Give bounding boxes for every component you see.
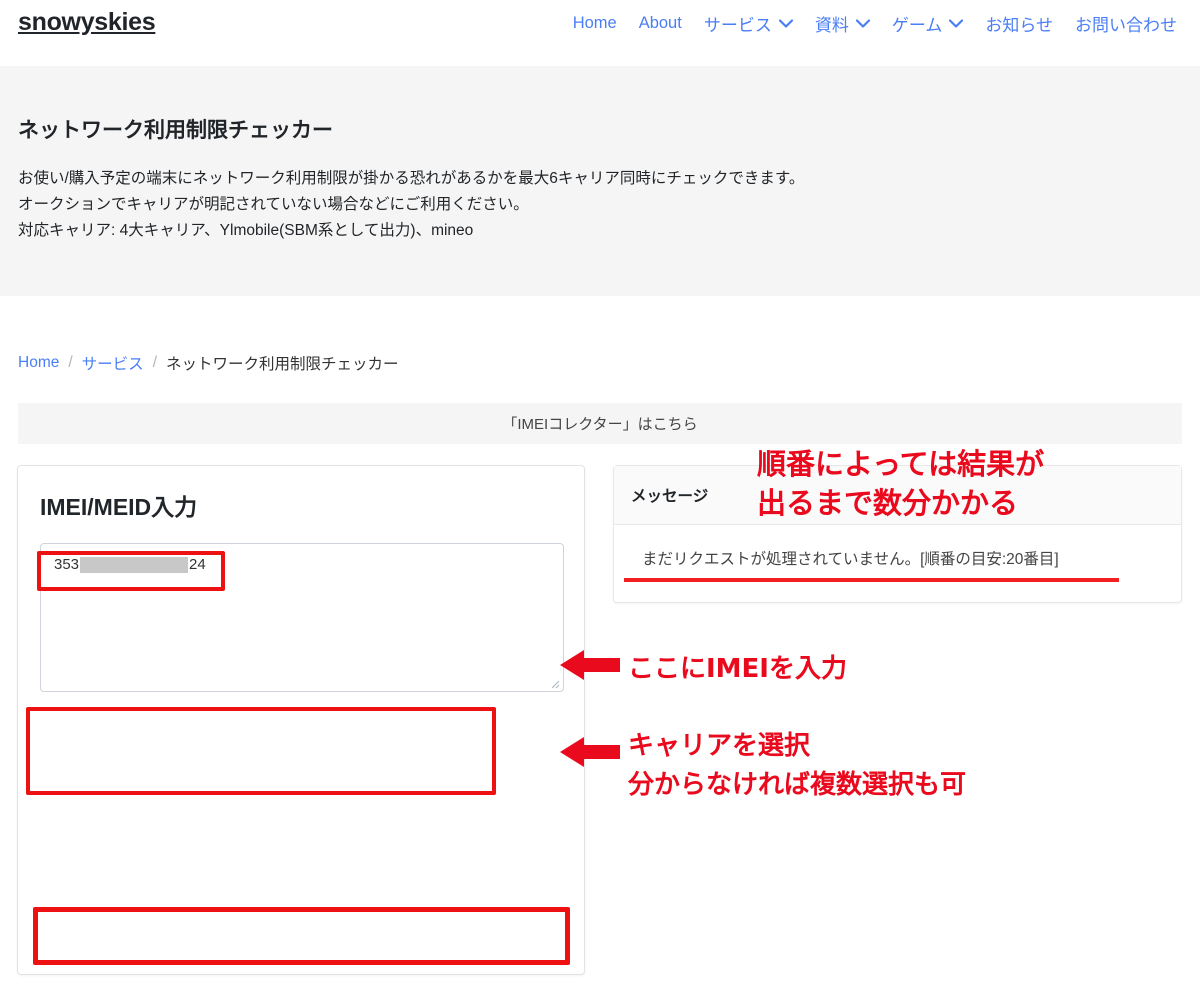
chevron-down-icon bbox=[949, 19, 964, 28]
message-card-body: まだリクエストが処理されていません。[順番の目安:20番目] bbox=[614, 525, 1181, 604]
breadcrumb: Home / サービス / ネットワーク利用制限チェッカー bbox=[18, 352, 399, 374]
resize-handle-icon[interactable] bbox=[549, 678, 560, 689]
annotation-carrier-select-line-1: キャリアを選択 bbox=[628, 731, 811, 761]
page-hero: ネットワーク利用制限チェッカー お使い/購入予定の端末にネットワーク利用制限が掛… bbox=[0, 66, 1200, 296]
annotation-carrier-select-line-2: 分からなければ複数選択も可 bbox=[628, 770, 967, 800]
redacted-block bbox=[80, 556, 189, 573]
annotation-wait-time: 順番によっては結果が 出るまで数分かかる bbox=[757, 445, 1044, 523]
page-description: お使い/購入予定の端末にネットワーク利用制限が掛かる恐れがあるかを最大6キャリア… bbox=[18, 166, 804, 244]
page-description-line-2: オークションでキャリアが明記されていない場合などにご利用ください。 bbox=[18, 196, 529, 213]
imei-input-card: IMEI/MEID入力 353 24 IMEI: 1件 | MEID: 0件 エ… bbox=[17, 465, 585, 975]
breadcrumb-item-service[interactable]: サービス bbox=[82, 352, 144, 374]
breadcrumb-separator: / bbox=[152, 354, 157, 371]
imei-value-prefix: 353 bbox=[54, 556, 80, 573]
nav-item-home-label: Home bbox=[572, 14, 617, 32]
nav-item-service[interactable]: サービス bbox=[693, 7, 804, 40]
breadcrumb-item-current: ネットワーク利用制限チェッカー bbox=[166, 356, 399, 373]
breadcrumb-separator: / bbox=[68, 354, 73, 371]
imei-textarea-value: 353 24 bbox=[54, 556, 206, 573]
annotation-carrier-select: キャリアを選択 分からなければ複数選択も可 bbox=[628, 727, 966, 805]
nav-item-game-label: ゲーム bbox=[891, 16, 943, 35]
nav-item-contact[interactable]: お問い合わせ bbox=[1064, 7, 1188, 40]
top-navbar: snowyskies Home About サービス 資料 ゲーム お知らせ お… bbox=[0, 0, 1200, 66]
nav-item-about[interactable]: About bbox=[628, 10, 693, 37]
nav-links: Home About サービス 資料 ゲーム お知らせ お問い合わせ bbox=[562, 7, 1188, 40]
nav-item-service-label: サービス bbox=[703, 16, 772, 35]
nav-item-home[interactable]: Home bbox=[562, 10, 628, 37]
nav-item-news-label: お知らせ bbox=[985, 16, 1053, 35]
nav-item-game[interactable]: ゲーム bbox=[881, 7, 975, 40]
nav-item-documents-label: 資料 bbox=[814, 16, 849, 35]
imei-input-card-title: IMEI/MEID入力 bbox=[40, 494, 198, 520]
page-description-line-1: お使い/購入予定の端末にネットワーク利用制限が掛かる恐れがあるかを最大6キャリア… bbox=[18, 170, 805, 187]
chevron-down-icon bbox=[855, 19, 870, 28]
nav-item-contact-label: お問い合わせ bbox=[1075, 16, 1177, 35]
message-status-text: まだリクエストが処理されていません。[順番の目安:20番目] bbox=[642, 551, 1059, 568]
annotation-wait-time-line-2: 出るまで数分かかる bbox=[757, 486, 1019, 520]
imei-textarea[interactable]: 353 24 bbox=[40, 543, 564, 692]
breadcrumb-item-home[interactable]: Home bbox=[18, 354, 59, 372]
nav-item-documents[interactable]: 資料 bbox=[804, 7, 881, 40]
page-description-line-3: 対応キャリア: 4大キャリア、Ylmobile(SBM系として出力)、mineo bbox=[18, 222, 474, 239]
chevron-down-icon bbox=[778, 19, 793, 28]
imei-collector-banner-label: 「IMEIコレクター」はこちら bbox=[502, 416, 698, 433]
annotation-wait-time-line-1: 順番によっては結果が bbox=[757, 447, 1045, 481]
site-brand[interactable]: snowyskies bbox=[18, 8, 156, 37]
nav-item-news[interactable]: お知らせ bbox=[974, 7, 1064, 40]
message-card-title: メッセージ bbox=[631, 488, 709, 505]
arrow-left-icon bbox=[560, 735, 620, 769]
imei-collector-banner[interactable]: 「IMEIコレクター」はこちら bbox=[18, 403, 1182, 444]
imei-value-suffix: 24 bbox=[189, 556, 206, 573]
page-title: ネットワーク利用制限チェッカー bbox=[18, 119, 333, 142]
annotation-imei-input: ここにIMEIを入力 bbox=[628, 654, 847, 684]
highlight-underline-message bbox=[624, 578, 1119, 582]
page-root: snowyskies Home About サービス 資料 ゲーム お知らせ お… bbox=[0, 0, 1200, 991]
arrow-left-icon bbox=[560, 648, 620, 682]
nav-item-about-label: About bbox=[638, 14, 682, 32]
